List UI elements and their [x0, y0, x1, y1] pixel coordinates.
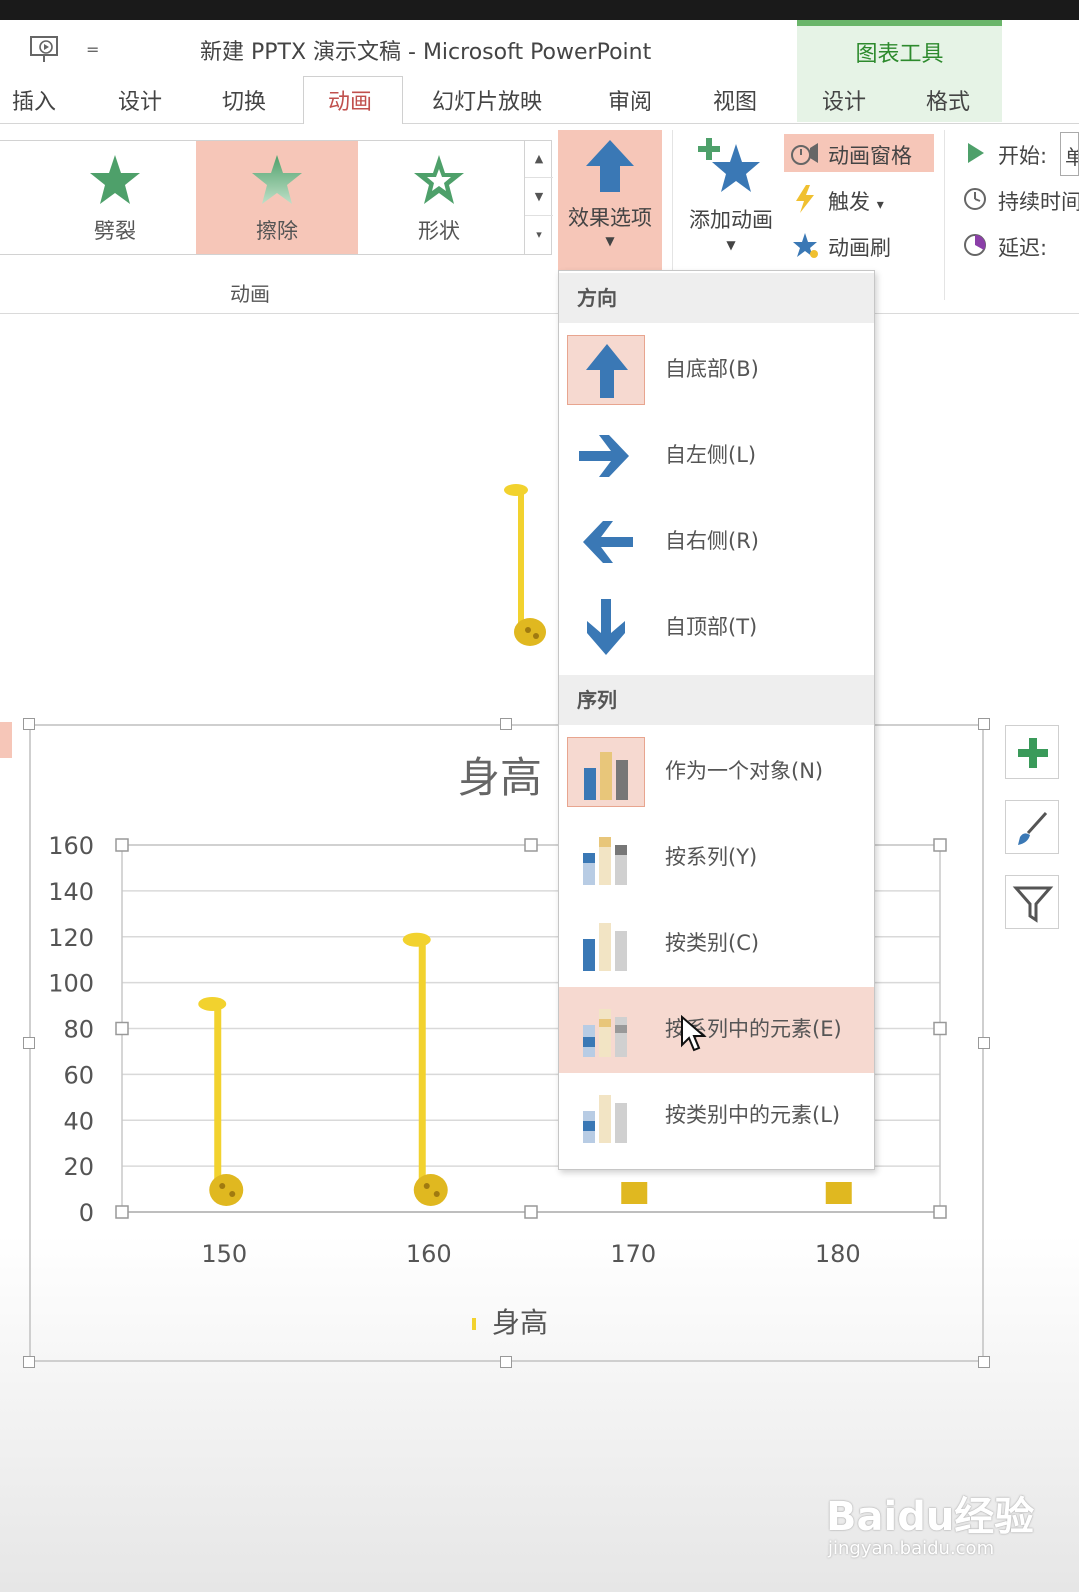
y-tick-label: 20 — [63, 1153, 94, 1181]
bar-chart-element-category-icon — [583, 1095, 627, 1143]
direction-from-top[interactable]: 自顶部(T) — [559, 585, 874, 671]
x-tick-label: 170 — [610, 1240, 656, 1268]
menu-icon-box — [567, 421, 645, 491]
direction-section-header: 方向 — [559, 273, 874, 323]
menu-item-label: 自右侧(R) — [665, 529, 759, 553]
bar-giraffe-legs — [621, 1182, 648, 1204]
menu-icon-box — [567, 335, 645, 405]
menu-item-label: 自顶部(T) — [665, 615, 758, 639]
arrow-down-icon — [587, 599, 625, 655]
sequence-as-one-object[interactable]: 作为一个对象(N) — [559, 729, 874, 815]
y-tick-label: 0 — [79, 1199, 94, 1227]
bar-giraffe-neck — [214, 1000, 222, 1182]
menu-item-label: 自底部(B) — [665, 357, 759, 381]
menu-item-label: 自左侧(L) — [665, 443, 757, 467]
bar-giraffe-spot — [433, 1191, 440, 1197]
sequence-section-header: 序列 — [559, 675, 874, 725]
effect-options-dropdown: 方向 自底部(B) 自左侧(L) 自右侧(R) 自顶部(T) 序列 作为一个对象… — [558, 270, 875, 1170]
bar-giraffe-legs — [825, 1182, 852, 1204]
menu-icon-box — [567, 507, 645, 577]
chart-styles-button[interactable] — [1005, 800, 1059, 854]
bar-giraffe-body — [413, 1174, 448, 1206]
bar-chart-icon — [584, 752, 628, 800]
x-tick-label: 180 — [815, 1240, 861, 1268]
sequence-by-category[interactable]: 按类别(C) — [559, 901, 874, 987]
menu-icon-box — [567, 593, 645, 663]
direction-from-bottom[interactable]: 自底部(B) — [559, 327, 874, 413]
plot-area-handle — [524, 1205, 538, 1219]
bar-giraffe-neck — [418, 936, 426, 1182]
legend-swatch — [472, 1318, 476, 1330]
menu-icon-box — [567, 737, 645, 807]
bar-chart-series-icon — [583, 837, 627, 885]
bar-giraffe-body — [209, 1174, 244, 1206]
menu-icon-box — [567, 909, 645, 979]
arrow-up-icon — [586, 344, 628, 398]
bar-giraffe-head — [402, 932, 431, 947]
bar-giraffe-head — [198, 996, 227, 1011]
y-tick-label: 40 — [63, 1107, 94, 1135]
y-tick-label: 160 — [48, 832, 94, 860]
x-tick-label: 150 — [201, 1240, 247, 1268]
column-chart: 身高 0 20 40 60 80 100 120 140 160 150 160 170 180 身高 — [48, 753, 947, 1339]
plot-area-handle — [524, 838, 538, 852]
plot-area-handle — [933, 838, 947, 852]
direction-from-left[interactable]: 自左侧(L) — [559, 413, 874, 499]
paintbrush-icon — [1018, 811, 1048, 845]
chart-title: 身高 — [458, 753, 542, 802]
menu-item-label: 按类别(C) — [665, 931, 760, 955]
menu-item-label: 作为一个对象(N) — [665, 759, 824, 783]
y-tick-label: 120 — [48, 924, 94, 952]
plot-area-handle — [933, 1205, 947, 1219]
filter-icon — [1012, 886, 1054, 923]
menu-item-label: 按系列(Y) — [665, 845, 758, 869]
y-tick-label: 60 — [63, 1061, 94, 1089]
bar-giraffe-spot — [423, 1183, 430, 1189]
y-tick-label: 80 — [63, 1016, 94, 1044]
y-tick-label: 100 — [48, 970, 94, 998]
menu-item-label: 按类别中的元素(L) — [665, 1103, 841, 1127]
menu-icon-box — [567, 995, 645, 1065]
bar-chart-element-series-icon — [583, 1009, 627, 1057]
plus-icon — [1018, 738, 1048, 768]
bar-giraffe-spot — [229, 1191, 236, 1197]
plot-area-handle — [115, 1021, 129, 1036]
baidu-watermark: Baidu经验 jingyan.baidu.com — [826, 1474, 1034, 1574]
chart-elements-button[interactable] — [1005, 725, 1059, 779]
menu-icon-box — [567, 823, 645, 893]
plot-area-handle — [115, 838, 129, 852]
sequence-by-series[interactable]: 按系列(Y) — [559, 815, 874, 901]
plot-area-handle — [933, 1021, 947, 1036]
watermark-url: jingyan.baidu.com — [828, 1538, 995, 1559]
arrow-right-icon — [579, 435, 629, 477]
direction-from-right[interactable]: 自右侧(R) — [559, 499, 874, 585]
bar-chart-category-icon — [583, 923, 627, 971]
plot-area-handle — [115, 1205, 129, 1219]
menu-icon-box — [567, 1081, 645, 1151]
legend-label: 身高 — [492, 1306, 548, 1339]
mouse-cursor-icon — [681, 1015, 707, 1052]
y-tick-label: 140 — [48, 878, 94, 906]
x-tick-label: 160 — [406, 1240, 452, 1268]
arrow-left-icon — [583, 521, 633, 563]
bar-giraffe-spot — [219, 1183, 226, 1189]
sequence-by-element-in-category[interactable]: 按类别中的元素(L) — [559, 1073, 874, 1159]
sequence-by-element-in-series[interactable]: 按系列中的元素(E) — [559, 987, 874, 1073]
chart-filters-button[interactable] — [1005, 875, 1059, 929]
watermark-brand: Baidu经验 — [826, 1494, 1035, 1540]
